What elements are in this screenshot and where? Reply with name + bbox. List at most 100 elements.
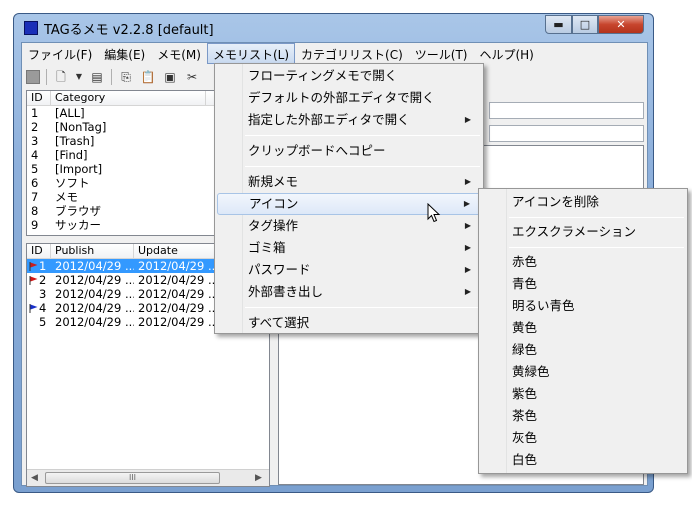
- submenu-arrow-icon: ▶: [464, 115, 471, 124]
- memo-title-field[interactable]: [489, 102, 644, 119]
- copy-icon[interactable]: ⎘: [118, 69, 134, 85]
- menu-item-label: 白色: [512, 452, 538, 467]
- menu-item-label: 青色: [512, 276, 538, 291]
- scroll-left-icon[interactable]: ◀: [31, 473, 38, 483]
- menu-item-label: 黄緑色: [512, 364, 550, 379]
- category-id: 9: [31, 218, 39, 232]
- menu-item-5[interactable]: 青色: [481, 273, 685, 295]
- menu-item-0[interactable]: アイコンを削除: [481, 191, 685, 213]
- menu-item-label: 茶色: [512, 408, 538, 423]
- menu-item-label: すべて選択: [248, 315, 310, 330]
- toolbar-separator: [111, 69, 112, 85]
- menu-0[interactable]: ファイル(F): [22, 43, 98, 64]
- flag-icon: [29, 302, 38, 313]
- menu-item-label: 灰色: [512, 430, 538, 445]
- memolist-menu: フローティングメモで開くデフォルトの外部エディタで開く 指定した外部エディタで開く…: [214, 63, 484, 334]
- menu-item-13[interactable]: 白色: [481, 449, 685, 471]
- category-id: 2: [31, 120, 39, 134]
- memo-id-cell: 3: [27, 287, 51, 301]
- submenu-arrow-icon: ▶: [464, 221, 471, 230]
- column-header-category[interactable]: Category: [51, 91, 206, 105]
- cut-icon[interactable]: ✂: [184, 69, 200, 85]
- menu-item-label: 黄色: [512, 320, 538, 335]
- memo-publish: 2012/04/29 ...: [55, 287, 134, 301]
- menu-item-11[interactable]: 茶色: [481, 405, 685, 427]
- memo-icon[interactable]: ▤: [89, 69, 105, 85]
- menu-separator: [509, 247, 684, 248]
- flag-icon: [29, 319, 38, 327]
- menu-item-4[interactable]: クリップボードへコピー: [217, 140, 481, 162]
- memo-open-icon[interactable]: ▣: [162, 69, 178, 85]
- category-name: [Trash]: [55, 134, 95, 148]
- menu-item-11[interactable]: 外部書き出し ▶: [217, 281, 481, 303]
- column-header-update[interactable]: Update: [134, 244, 217, 258]
- dropdown-arrow-icon[interactable]: ▼: [75, 69, 83, 85]
- flag-icon: [29, 291, 38, 299]
- menu-item-8[interactable]: 緑色: [481, 339, 685, 361]
- minimize-button[interactable]: ▬: [545, 15, 572, 34]
- menu-item-9[interactable]: ゴミ箱 ▶: [217, 237, 481, 259]
- category-id: 6: [31, 176, 39, 190]
- menu-item-label: 明るい青色: [512, 298, 575, 313]
- menu-item-9[interactable]: 黄緑色: [481, 361, 685, 383]
- menu-item-6[interactable]: 新規メモ ▶: [217, 171, 481, 193]
- category-name: ブラウザ: [55, 204, 101, 218]
- menu-item-12[interactable]: 灰色: [481, 427, 685, 449]
- category-id: 4: [31, 148, 39, 162]
- menu-item-7[interactable]: アイコン ▶: [217, 193, 481, 215]
- menu-item-label: タグ操作: [248, 218, 299, 233]
- horizontal-scrollbar[interactable]: ◀ III ▶: [27, 469, 269, 486]
- menu-bar: ファイル(F) 編集(E) メモ(M) メモリスト(L) カテゴリリスト(C) ツール(T…: [22, 43, 647, 64]
- menu-separator: [509, 217, 684, 218]
- menu-item-label: アイコンを削除: [512, 194, 599, 209]
- paste-icon[interactable]: 📋: [140, 69, 156, 85]
- column-header-publish[interactable]: Publish: [51, 244, 134, 258]
- column-header-id[interactable]: ID: [27, 91, 51, 105]
- maximize-button[interactable]: □: [572, 15, 598, 34]
- menu-2[interactable]: メモ(M): [151, 43, 207, 64]
- scroll-right-icon[interactable]: ▶: [255, 473, 262, 483]
- menu-item-label: フローティングメモで開く: [248, 68, 398, 83]
- menu-5[interactable]: ツール(T): [409, 43, 474, 64]
- memo-publish: 2012/04/29 ...: [55, 273, 134, 287]
- menu-item-2[interactable]: 指定した外部エディタで開く ▶: [217, 109, 481, 131]
- menu-item-label: 外部書き出し: [248, 284, 324, 299]
- menu-item-4[interactable]: 赤色: [481, 251, 685, 273]
- menu-separator: [245, 307, 480, 308]
- category-name: [Find]: [55, 148, 88, 162]
- title-bar[interactable]: TAGるメモ v2.2.8 [default] ▬ □ ✕: [14, 14, 653, 42]
- menu-3[interactable]: メモリスト(L): [206, 43, 296, 64]
- close-button[interactable]: ✕: [598, 15, 644, 34]
- memo-id: 2: [39, 273, 47, 287]
- menu-item-label: エクスクラメーション: [512, 224, 637, 239]
- stop-icon[interactable]: [26, 70, 40, 84]
- menu-item-7[interactable]: 黄色: [481, 317, 685, 339]
- menu-item-10[interactable]: パスワード ▶: [217, 259, 481, 281]
- menu-1[interactable]: 編集(E): [98, 43, 151, 64]
- menu-item-0[interactable]: フローティングメモで開く: [217, 65, 481, 87]
- menu-item-1[interactable]: デフォルトの外部エディタで開く: [217, 87, 481, 109]
- category-name: [ALL]: [55, 106, 85, 120]
- flag-icon: [29, 274, 38, 285]
- menu-6[interactable]: ヘルプ(H): [473, 43, 539, 64]
- memo-tag-field[interactable]: [489, 125, 644, 142]
- menu-item-8[interactable]: タグ操作 ▶: [217, 215, 481, 237]
- menu-4[interactable]: カテゴリリスト(C): [295, 43, 409, 64]
- new-memo-icon[interactable]: 🗋: [53, 69, 69, 85]
- memo-update: 2012/04/29 ...: [138, 287, 217, 301]
- submenu-arrow-icon: ▶: [464, 243, 471, 252]
- scrollbar-thumb[interactable]: III: [45, 472, 220, 484]
- menu-separator: [245, 135, 480, 136]
- menu-item-2[interactable]: エクスクラメーション: [481, 221, 685, 243]
- menu-item-label: クリップボードへコピー: [248, 143, 386, 158]
- menu-item-6[interactable]: 明るい青色: [481, 295, 685, 317]
- category-name: [Import]: [55, 162, 103, 176]
- memo-id-cell: 5: [27, 315, 51, 329]
- menu-item-13[interactable]: すべて選択: [217, 312, 481, 334]
- category-name: メモ: [55, 190, 78, 204]
- category-id: 8: [31, 204, 39, 218]
- menu-item-10[interactable]: 紫色: [481, 383, 685, 405]
- menu-item-label: 紫色: [512, 386, 538, 401]
- column-header-id[interactable]: ID: [27, 244, 51, 258]
- category-name: サッカー: [55, 218, 101, 232]
